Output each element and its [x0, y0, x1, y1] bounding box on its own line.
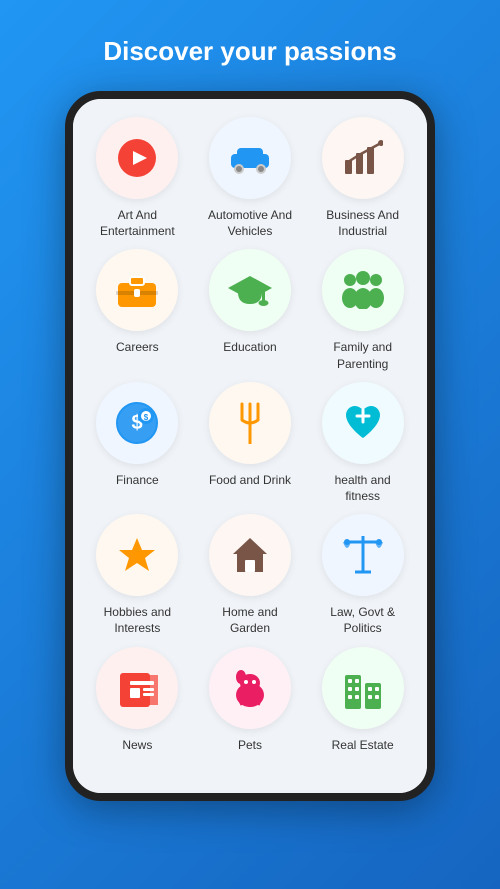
category-item-education[interactable]: Education	[198, 249, 303, 371]
category-icon-automotive-vehicles	[209, 117, 291, 199]
category-icon-family-parenting	[322, 249, 404, 331]
category-label-food-drink: Food and Drink	[209, 472, 291, 488]
category-item-news[interactable]: News	[85, 647, 190, 753]
category-label-health-fitness: health and fitness	[318, 472, 408, 504]
category-item-pets[interactable]: Pets	[198, 647, 303, 753]
category-grid: Art And Entertainment Automotive And Vehi…	[85, 117, 415, 753]
category-icon-art-entertainment	[96, 117, 178, 199]
category-icon-food-drink	[209, 382, 291, 464]
category-label-careers: Careers	[116, 339, 159, 355]
svg-text:$: $	[144, 413, 149, 422]
category-item-law-govt-politics[interactable]: Law, Govt & Politics	[310, 514, 415, 636]
category-item-business-industrial[interactable]: Business And Industrial	[310, 117, 415, 239]
category-item-health-fitness[interactable]: health and fitness	[310, 382, 415, 504]
phone-frame: Art And Entertainment Automotive And Vehi…	[65, 91, 435, 801]
category-item-home-garden[interactable]: Home and Garden	[198, 514, 303, 636]
category-item-food-drink[interactable]: Food and Drink	[198, 382, 303, 504]
category-label-art-entertainment: Art And Entertainment	[92, 207, 182, 239]
category-icon-news	[96, 647, 178, 729]
category-icon-education	[209, 249, 291, 331]
category-label-hobbies-interests: Hobbies and Interests	[92, 604, 182, 636]
category-label-news: News	[122, 737, 152, 753]
category-label-law-govt-politics: Law, Govt & Politics	[318, 604, 408, 636]
category-label-finance: Finance	[116, 472, 159, 488]
category-label-automotive-vehicles: Automotive And Vehicles	[205, 207, 295, 239]
category-icon-real-estate	[322, 647, 404, 729]
category-item-finance[interactable]: $$ Finance	[85, 382, 190, 504]
phone-inner: Art And Entertainment Automotive And Vehi…	[73, 99, 427, 793]
category-icon-finance: $$	[96, 382, 178, 464]
category-icon-pets	[209, 647, 291, 729]
category-icon-hobbies-interests	[96, 514, 178, 596]
category-item-careers[interactable]: Careers	[85, 249, 190, 371]
category-icon-careers	[96, 249, 178, 331]
category-item-hobbies-interests[interactable]: Hobbies and Interests	[85, 514, 190, 636]
category-icon-law-govt-politics	[322, 514, 404, 596]
category-item-real-estate[interactable]: Real Estate	[310, 647, 415, 753]
category-label-education: Education	[223, 339, 276, 355]
category-label-family-parenting: Family and Parenting	[318, 339, 408, 371]
category-icon-home-garden	[209, 514, 291, 596]
category-label-pets: Pets	[238, 737, 262, 753]
category-icon-health-fitness	[322, 382, 404, 464]
category-item-art-entertainment[interactable]: Art And Entertainment	[85, 117, 190, 239]
category-icon-business-industrial	[322, 117, 404, 199]
category-label-home-garden: Home and Garden	[205, 604, 295, 636]
category-label-real-estate: Real Estate	[332, 737, 394, 753]
category-label-business-industrial: Business And Industrial	[318, 207, 408, 239]
category-item-family-parenting[interactable]: Family and Parenting	[310, 249, 415, 371]
category-item-automotive-vehicles[interactable]: Automotive And Vehicles	[198, 117, 303, 239]
page-title: Discover your passions	[103, 36, 396, 67]
